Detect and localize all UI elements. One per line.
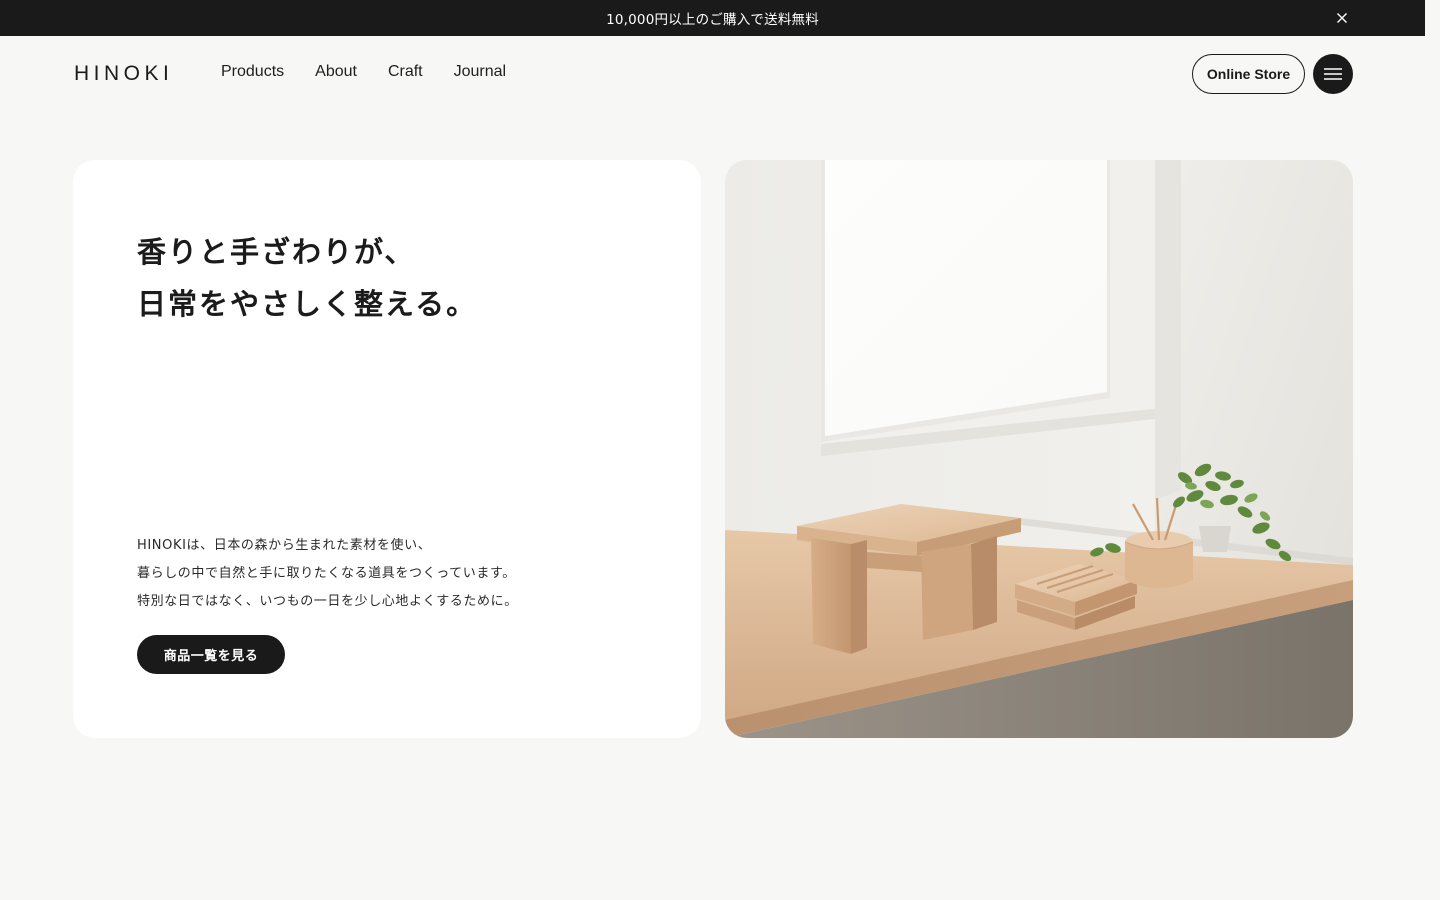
hero-text-card: 香りと手ざわりが、 日常をやさしく整える。 HINOKIは、日本の森から生まれた… (73, 160, 701, 738)
nav-about[interactable]: About (315, 63, 357, 81)
close-icon[interactable] (1335, 11, 1349, 25)
hero-description-line: 特別な日ではなく、いつもの一日を少し心地よくするために。 (137, 594, 518, 609)
hero-image (725, 160, 1353, 738)
announcement-text: 10,000円以上のご購入で送料無料 (606, 12, 819, 28)
menu-button[interactable] (1313, 54, 1353, 94)
view-products-button[interactable]: 商品一覧を見る (137, 635, 285, 674)
nav-journal[interactable]: Journal (454, 63, 506, 81)
hero-description-line: 暮らしの中で自然と手に取りたくなる道具をつくっています。 (137, 566, 516, 581)
hero-title-line: 日常をやさしく整える。 (137, 287, 478, 321)
scrollbar[interactable] (1425, 0, 1440, 900)
nav-craft[interactable]: Craft (388, 63, 423, 81)
site-header: HINOKI Products About Craft Journal Onli… (0, 36, 1425, 112)
hero-description: HINOKIは、日本の森から生まれた素材を使い、 暮らしの中で自然と手に取りたく… (137, 532, 518, 616)
main-nav: Products About Craft Journal (221, 63, 506, 81)
hero-description-line: HINOKIは、日本の森から生まれた素材を使い、 (137, 538, 432, 553)
nav-products[interactable]: Products (221, 63, 284, 81)
logo[interactable]: HINOKI (74, 62, 173, 86)
hero-title-line: 香りと手ざわりが、 (137, 235, 416, 269)
hero-title: 香りと手ざわりが、 日常をやさしく整える。 (137, 226, 477, 330)
online-store-button[interactable]: Online Store (1192, 54, 1305, 94)
hamburger-menu-icon (1324, 68, 1342, 80)
announcement-bar: 10,000円以上のご購入で送料無料 (0, 0, 1425, 36)
